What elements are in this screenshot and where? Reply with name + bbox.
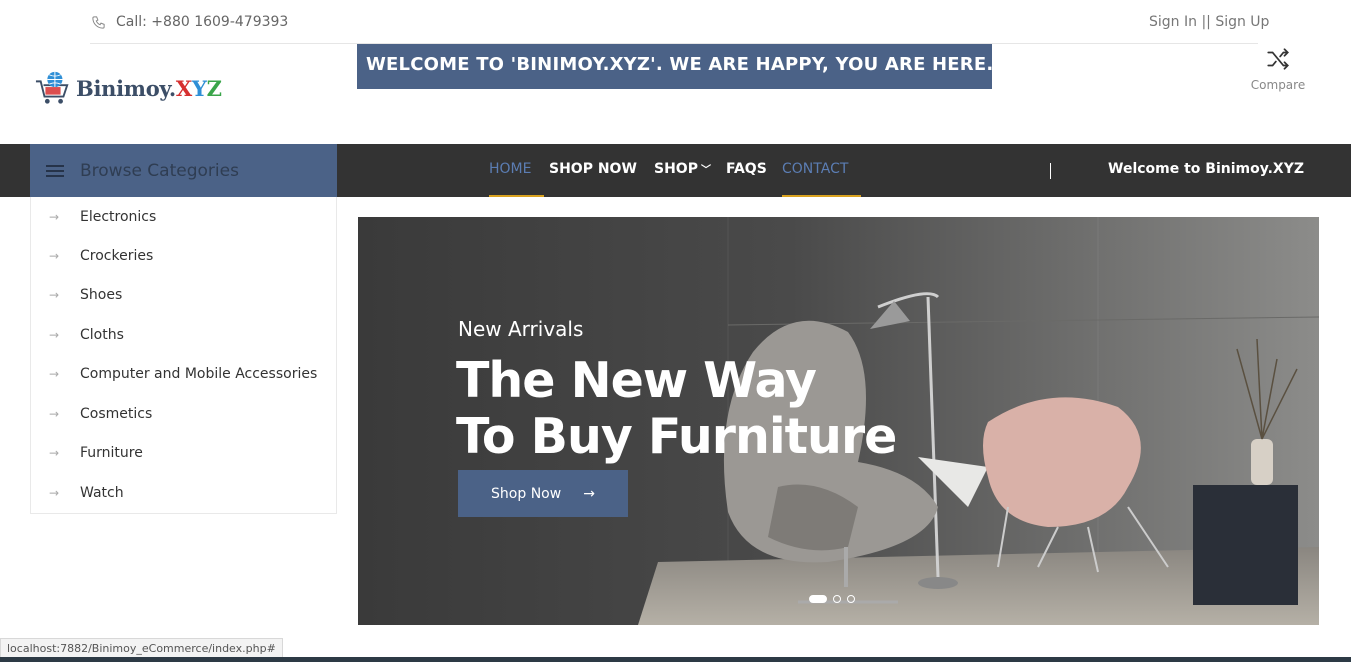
- logo-wordmark: Binimoy.XYZ: [76, 76, 222, 101]
- category-list: → Electronics → Crockeries → Shoes → Cloths …: [30, 197, 337, 514]
- phone-text: Call: +880 1609-479393: [116, 14, 289, 30]
- phone-icon: [92, 15, 105, 29]
- hamburger-icon: [46, 162, 64, 180]
- hero-eyebrow: New Arrivals: [458, 317, 584, 341]
- nav-home-underline: [489, 195, 544, 197]
- browse-categories-label: Browse Categories: [80, 160, 239, 181]
- hero-title-line1: The New Way: [456, 352, 817, 409]
- category-label: Cloths: [80, 327, 124, 343]
- arrow-right-icon: →: [49, 210, 60, 224]
- logo-letter-x: X: [175, 75, 192, 101]
- nav-shop: SHOP: [654, 161, 698, 177]
- category-item[interactable]: → Furniture: [31, 433, 336, 473]
- category-item[interactable]: → Cosmetics: [31, 394, 336, 434]
- category-label: Crockeries: [80, 248, 154, 264]
- category-item[interactable]: → Watch: [31, 473, 336, 513]
- welcome-text: Welcome to Binimoy.XYZ: [1108, 161, 1304, 177]
- logo-letter-y: Y: [191, 75, 207, 101]
- arrow-right-icon: →: [49, 446, 60, 460]
- category-item[interactable]: → Crockeries: [31, 236, 336, 276]
- logo-letter-z: Z: [206, 75, 222, 101]
- compare-button[interactable]: Compare: [1248, 46, 1308, 93]
- category-label: Cosmetics: [80, 406, 153, 422]
- arrow-right-icon: →: [49, 328, 60, 342]
- category-label: Furniture: [80, 445, 143, 461]
- phone-contact: Call: +880 1609-479393: [91, 14, 288, 30]
- cart-globe-icon: [35, 71, 69, 104]
- slider-dot[interactable]: [833, 595, 841, 603]
- nav-contact[interactable]: CONTACT: [782, 161, 848, 177]
- category-item[interactable]: → Computer and Mobile Accessories: [31, 354, 336, 394]
- welcome-marquee: WELCOME TO 'BINIMOY.XYZ'. WE ARE HAPPY, …: [357, 44, 992, 89]
- nav-divider: [1050, 163, 1051, 179]
- slider-dots: [809, 595, 855, 603]
- category-label: Watch: [80, 485, 124, 501]
- nav-shop-dropdown[interactable]: SHOP ﹀: [654, 161, 711, 177]
- slider-dot-active[interactable]: [809, 595, 827, 603]
- arrow-right-icon: →: [49, 486, 60, 500]
- compare-label: Compare: [1250, 78, 1306, 92]
- nav-faqs[interactable]: FAQS: [726, 161, 767, 177]
- shop-now-button[interactable]: Shop Now →: [458, 470, 628, 517]
- arrow-right-icon: →: [49, 367, 60, 381]
- hero-slider: New Arrivals The New Way To Buy Furniture…: [358, 217, 1319, 625]
- taskbar-strip: [0, 657, 1351, 662]
- shop-now-label: Shop Now: [491, 485, 562, 502]
- category-item[interactable]: → Cloths: [31, 315, 336, 355]
- category-label: Electronics: [80, 209, 157, 225]
- arrow-right-icon: →: [583, 485, 595, 502]
- site-logo[interactable]: Binimoy.XYZ: [34, 70, 222, 106]
- logo-text-main: Binimoy.: [76, 75, 176, 101]
- category-item[interactable]: → Electronics: [31, 197, 336, 237]
- nav-shop-now[interactable]: SHOP NOW: [549, 161, 637, 177]
- marquee-text: WELCOME TO 'BINIMOY.XYZ'. WE ARE HAPPY, …: [366, 54, 992, 75]
- nav-contact-underline: [782, 195, 861, 197]
- category-label: Computer and Mobile Accessories: [80, 366, 318, 382]
- hero-title-line2: To Buy Furniture: [456, 408, 897, 465]
- arrow-right-icon: →: [49, 249, 60, 263]
- slider-dot[interactable]: [847, 595, 855, 603]
- arrow-right-icon: →: [49, 407, 60, 421]
- category-item[interactable]: → Shoes: [31, 275, 336, 315]
- hero-title: The New Way To Buy Furniture: [456, 352, 897, 465]
- category-label: Shoes: [80, 287, 123, 303]
- browse-categories-button[interactable]: Browse Categories: [30, 144, 337, 197]
- arrow-right-icon: →: [49, 288, 60, 302]
- chevron-down-icon: ﹀: [700, 165, 711, 176]
- top-bar: Call: +880 1609-479393 Sign In || Sign U…: [0, 0, 1351, 44]
- shuffle-icon: [1267, 48, 1289, 70]
- sign-in-sign-up-link[interactable]: Sign In || Sign Up: [1149, 14, 1269, 30]
- nav-home[interactable]: HOME: [489, 161, 531, 177]
